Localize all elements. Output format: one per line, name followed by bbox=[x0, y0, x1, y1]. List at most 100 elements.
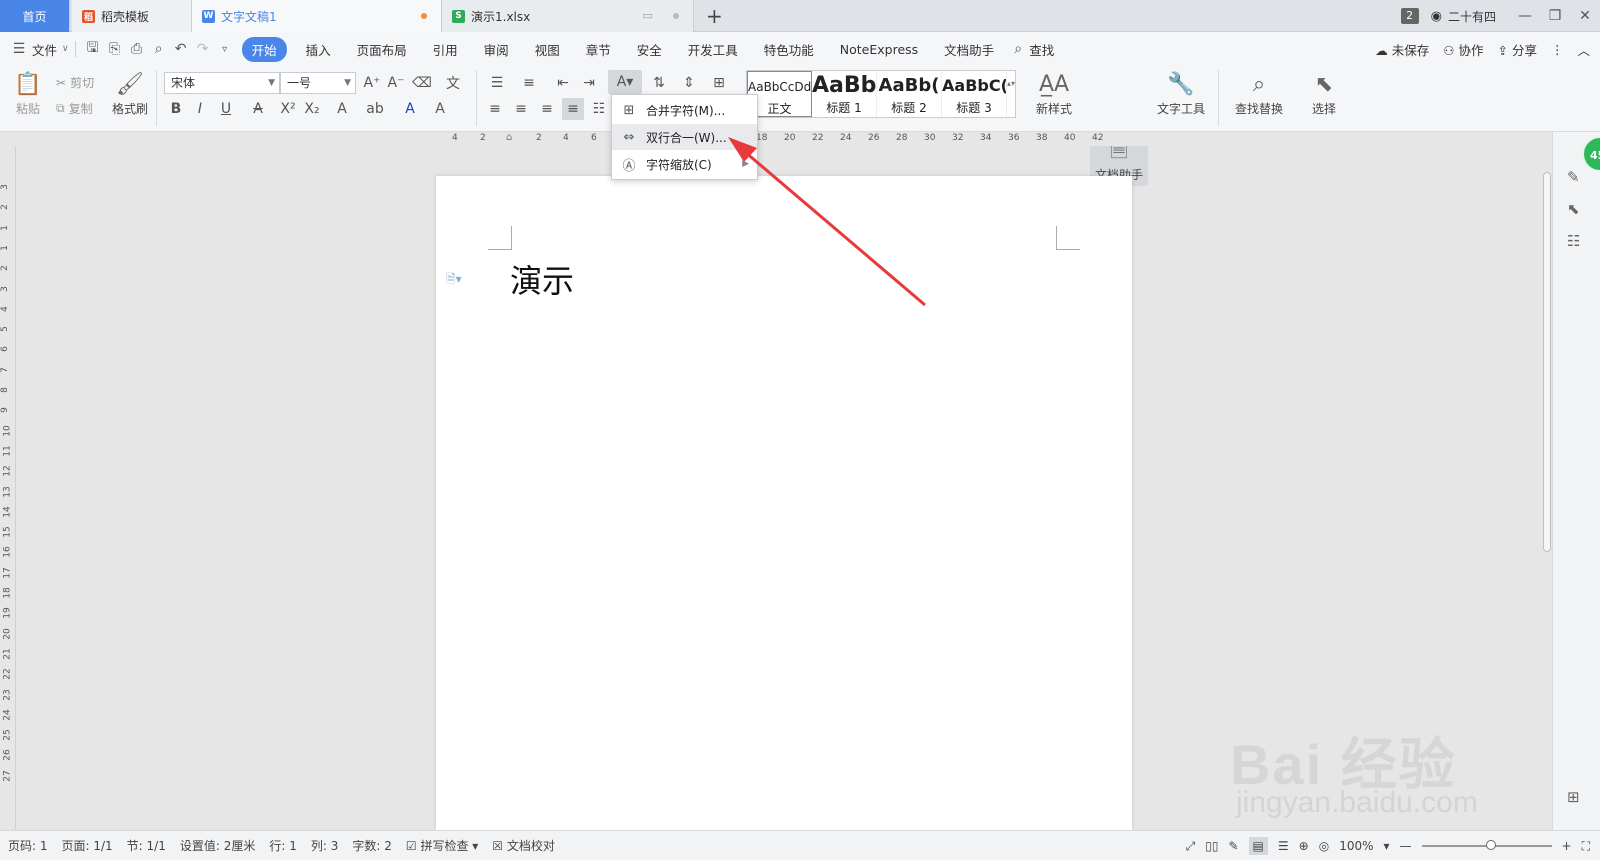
font-name-select[interactable]: 宋体 ▼ bbox=[164, 72, 280, 94]
tab-document[interactable]: W 文字文稿1 bbox=[192, 0, 442, 32]
chevron-down-icon[interactable]: ▾ bbox=[1384, 839, 1390, 853]
pointer-icon[interactable]: ⬉ bbox=[1567, 200, 1580, 218]
unsaved-button[interactable]: ☁ 未保存 bbox=[1375, 40, 1429, 59]
document-text[interactable]: 演示 bbox=[510, 256, 574, 302]
menu-review[interactable]: 审阅 bbox=[471, 40, 522, 59]
clear-format-icon[interactable]: ⌫ bbox=[412, 72, 432, 94]
superscript-icon[interactable]: X² bbox=[278, 98, 298, 120]
align-right-icon[interactable]: ≡ bbox=[536, 98, 558, 120]
save-icon[interactable]: 🖫 bbox=[82, 37, 104, 61]
fit-page-icon[interactable]: ⛶ bbox=[1582, 839, 1590, 854]
more-icon[interactable]: ⋮ bbox=[1551, 42, 1564, 57]
style-heading-2[interactable]: AaBb( 标题 2 bbox=[877, 71, 943, 117]
grow-font-icon[interactable]: A⁺ bbox=[362, 72, 382, 94]
menu-search[interactable]: 查找 bbox=[1029, 40, 1054, 59]
increase-indent-icon[interactable]: ⇥ bbox=[578, 72, 600, 94]
minimize-icon[interactable]: — bbox=[1510, 8, 1540, 24]
numbering-icon[interactable]: ≡ bbox=[516, 72, 542, 94]
distributed-icon[interactable]: ☷ bbox=[588, 98, 610, 120]
pen-icon[interactable]: ✎ bbox=[1567, 168, 1580, 186]
add-tab-icon[interactable]: + bbox=[706, 4, 723, 28]
avatar[interactable]: ◉ bbox=[1431, 9, 1442, 24]
menu-view[interactable]: 视图 bbox=[522, 40, 573, 59]
status-section[interactable]: 节: 1/1 bbox=[120, 837, 173, 854]
shrink-font-icon[interactable]: A⁻ bbox=[386, 72, 406, 94]
align-left-icon[interactable]: ≡ bbox=[484, 98, 506, 120]
chevron-down-icon[interactable]: ∨ bbox=[62, 44, 69, 54]
menu-chapter[interactable]: 章节 bbox=[573, 40, 624, 59]
italic-icon[interactable]: I bbox=[190, 98, 210, 120]
status-row[interactable]: 行: 1 bbox=[262, 837, 304, 854]
horizontal-ruler[interactable]: 4 2 ⌂ 2 4 6 18 20 22 24 26 28 30 32 34 3… bbox=[0, 132, 1548, 146]
menu-developer[interactable]: 开发工具 bbox=[675, 40, 751, 59]
print-preview-icon[interactable]: ⌕ bbox=[148, 41, 170, 57]
tab-spreadsheet[interactable]: S 演示1.xlsx ▭ bbox=[442, 0, 694, 32]
fullscreen-icon[interactable]: ⤢ bbox=[1186, 839, 1196, 854]
format-painter-button[interactable]: 🖌 格式刷 bbox=[102, 70, 158, 117]
text-effect-icon[interactable]: A bbox=[330, 98, 354, 120]
justify-icon[interactable]: ≡ bbox=[562, 98, 584, 120]
copy-button[interactable]: ⧉ 复制 bbox=[56, 100, 93, 117]
align-center-icon[interactable]: ≡ bbox=[510, 98, 532, 120]
window-count-badge[interactable]: 2 bbox=[1400, 8, 1419, 24]
collab-button[interactable]: ⚇ 协作 bbox=[1443, 40, 1483, 59]
web-view-icon[interactable]: ⊕ bbox=[1299, 839, 1309, 853]
style-heading-3[interactable]: AaBbC( 标题 3 bbox=[942, 71, 1008, 117]
char-shading-icon[interactable]: A bbox=[430, 98, 450, 120]
menu-home[interactable]: 开始 bbox=[241, 36, 287, 62]
undo-icon[interactable]: ↶ bbox=[170, 41, 192, 57]
status-col[interactable]: 列: 3 bbox=[304, 837, 346, 854]
new-style-button[interactable]: A̲A 新样式 bbox=[1026, 70, 1082, 117]
paste-button[interactable]: 📋 粘贴 bbox=[0, 70, 56, 117]
decrease-indent-icon[interactable]: ⇤ bbox=[552, 72, 574, 94]
table-icon[interactable]: ⊞ bbox=[708, 72, 730, 94]
menu-security[interactable]: 安全 bbox=[624, 40, 675, 59]
grid-icon[interactable]: ⊞ bbox=[1567, 788, 1580, 806]
bullets-icon[interactable]: ☰ bbox=[484, 72, 510, 94]
cut-button[interactable]: ✂ 剪切 bbox=[56, 74, 94, 91]
restore-icon[interactable]: ❐ bbox=[1540, 8, 1570, 24]
eye-protect-icon[interactable]: ◎ bbox=[1319, 839, 1329, 853]
monitor-icon[interactable]: ▭ bbox=[643, 9, 653, 22]
zoom-slider-thumb[interactable] bbox=[1485, 840, 1496, 850]
menu-references[interactable]: 引用 bbox=[420, 40, 471, 59]
export-icon[interactable]: ⎘ bbox=[104, 41, 126, 57]
menu-features[interactable]: 特色功能 bbox=[751, 40, 827, 59]
menu-noteexpress[interactable]: NoteExpress bbox=[827, 42, 931, 57]
chinese-layout-button[interactable]: A▾ bbox=[608, 70, 642, 94]
collapse-ribbon-icon[interactable]: ︿ bbox=[1577, 40, 1590, 59]
underline-icon[interactable]: U bbox=[214, 98, 238, 120]
status-words[interactable]: 字数: 2 bbox=[345, 837, 399, 854]
sort-icon[interactable]: ⇅ bbox=[648, 72, 670, 94]
user-name[interactable]: 二十有四 bbox=[1448, 8, 1496, 25]
read-mode-icon[interactable]: ▯▯ bbox=[1205, 839, 1218, 853]
zoom-slider[interactable] bbox=[1421, 840, 1552, 850]
status-page[interactable]: 页码: 1 bbox=[0, 837, 55, 854]
bold-icon[interactable]: B bbox=[166, 98, 186, 120]
write-mode-icon[interactable]: ✎ bbox=[1228, 839, 1238, 853]
subscript-icon[interactable]: X₂ bbox=[302, 98, 322, 120]
tab-home[interactable]: 首页 bbox=[0, 0, 70, 32]
redo-icon[interactable]: ↷ bbox=[192, 41, 214, 57]
zoom-level[interactable]: 100% bbox=[1339, 839, 1373, 853]
indent-marker-icon[interactable]: ⌂ bbox=[506, 132, 512, 143]
settings-sliders-icon[interactable]: ☷ bbox=[1567, 232, 1580, 250]
menu-page-layout[interactable]: 页面布局 bbox=[344, 40, 420, 59]
strikethrough-icon[interactable]: A bbox=[246, 98, 270, 120]
font-color-icon[interactable]: A bbox=[398, 98, 422, 120]
status-pages[interactable]: 页面: 1/1 bbox=[55, 837, 120, 854]
character-scaling-item[interactable]: Ⓐ 字符缩放(C) ▶ bbox=[612, 151, 757, 177]
page-view-icon[interactable]: ▤ bbox=[1248, 837, 1268, 855]
two-lines-in-one-item[interactable]: ⇔ 双行合一(W)... bbox=[612, 124, 757, 150]
scrollbar-thumb[interactable] bbox=[1543, 172, 1551, 552]
line-spacing-icon[interactable]: ⇕ bbox=[676, 72, 702, 94]
zoom-out-icon[interactable]: — bbox=[1400, 839, 1412, 853]
customize-icon[interactable]: ▿ bbox=[214, 44, 236, 55]
proofread-button[interactable]: ☒ 文档校对 bbox=[485, 837, 562, 854]
menu-insert[interactable]: 插入 bbox=[293, 40, 344, 59]
document-page[interactable]: 🗎▾ 演示 bbox=[436, 176, 1132, 830]
highlight-icon[interactable]: ab bbox=[362, 98, 388, 120]
spell-check-button[interactable]: ☑ 拼写检查 ▾ bbox=[399, 837, 485, 854]
style-heading-1[interactable]: AaBb 标题 1 bbox=[812, 71, 878, 117]
outline-view-icon[interactable]: ☰ bbox=[1278, 839, 1289, 853]
